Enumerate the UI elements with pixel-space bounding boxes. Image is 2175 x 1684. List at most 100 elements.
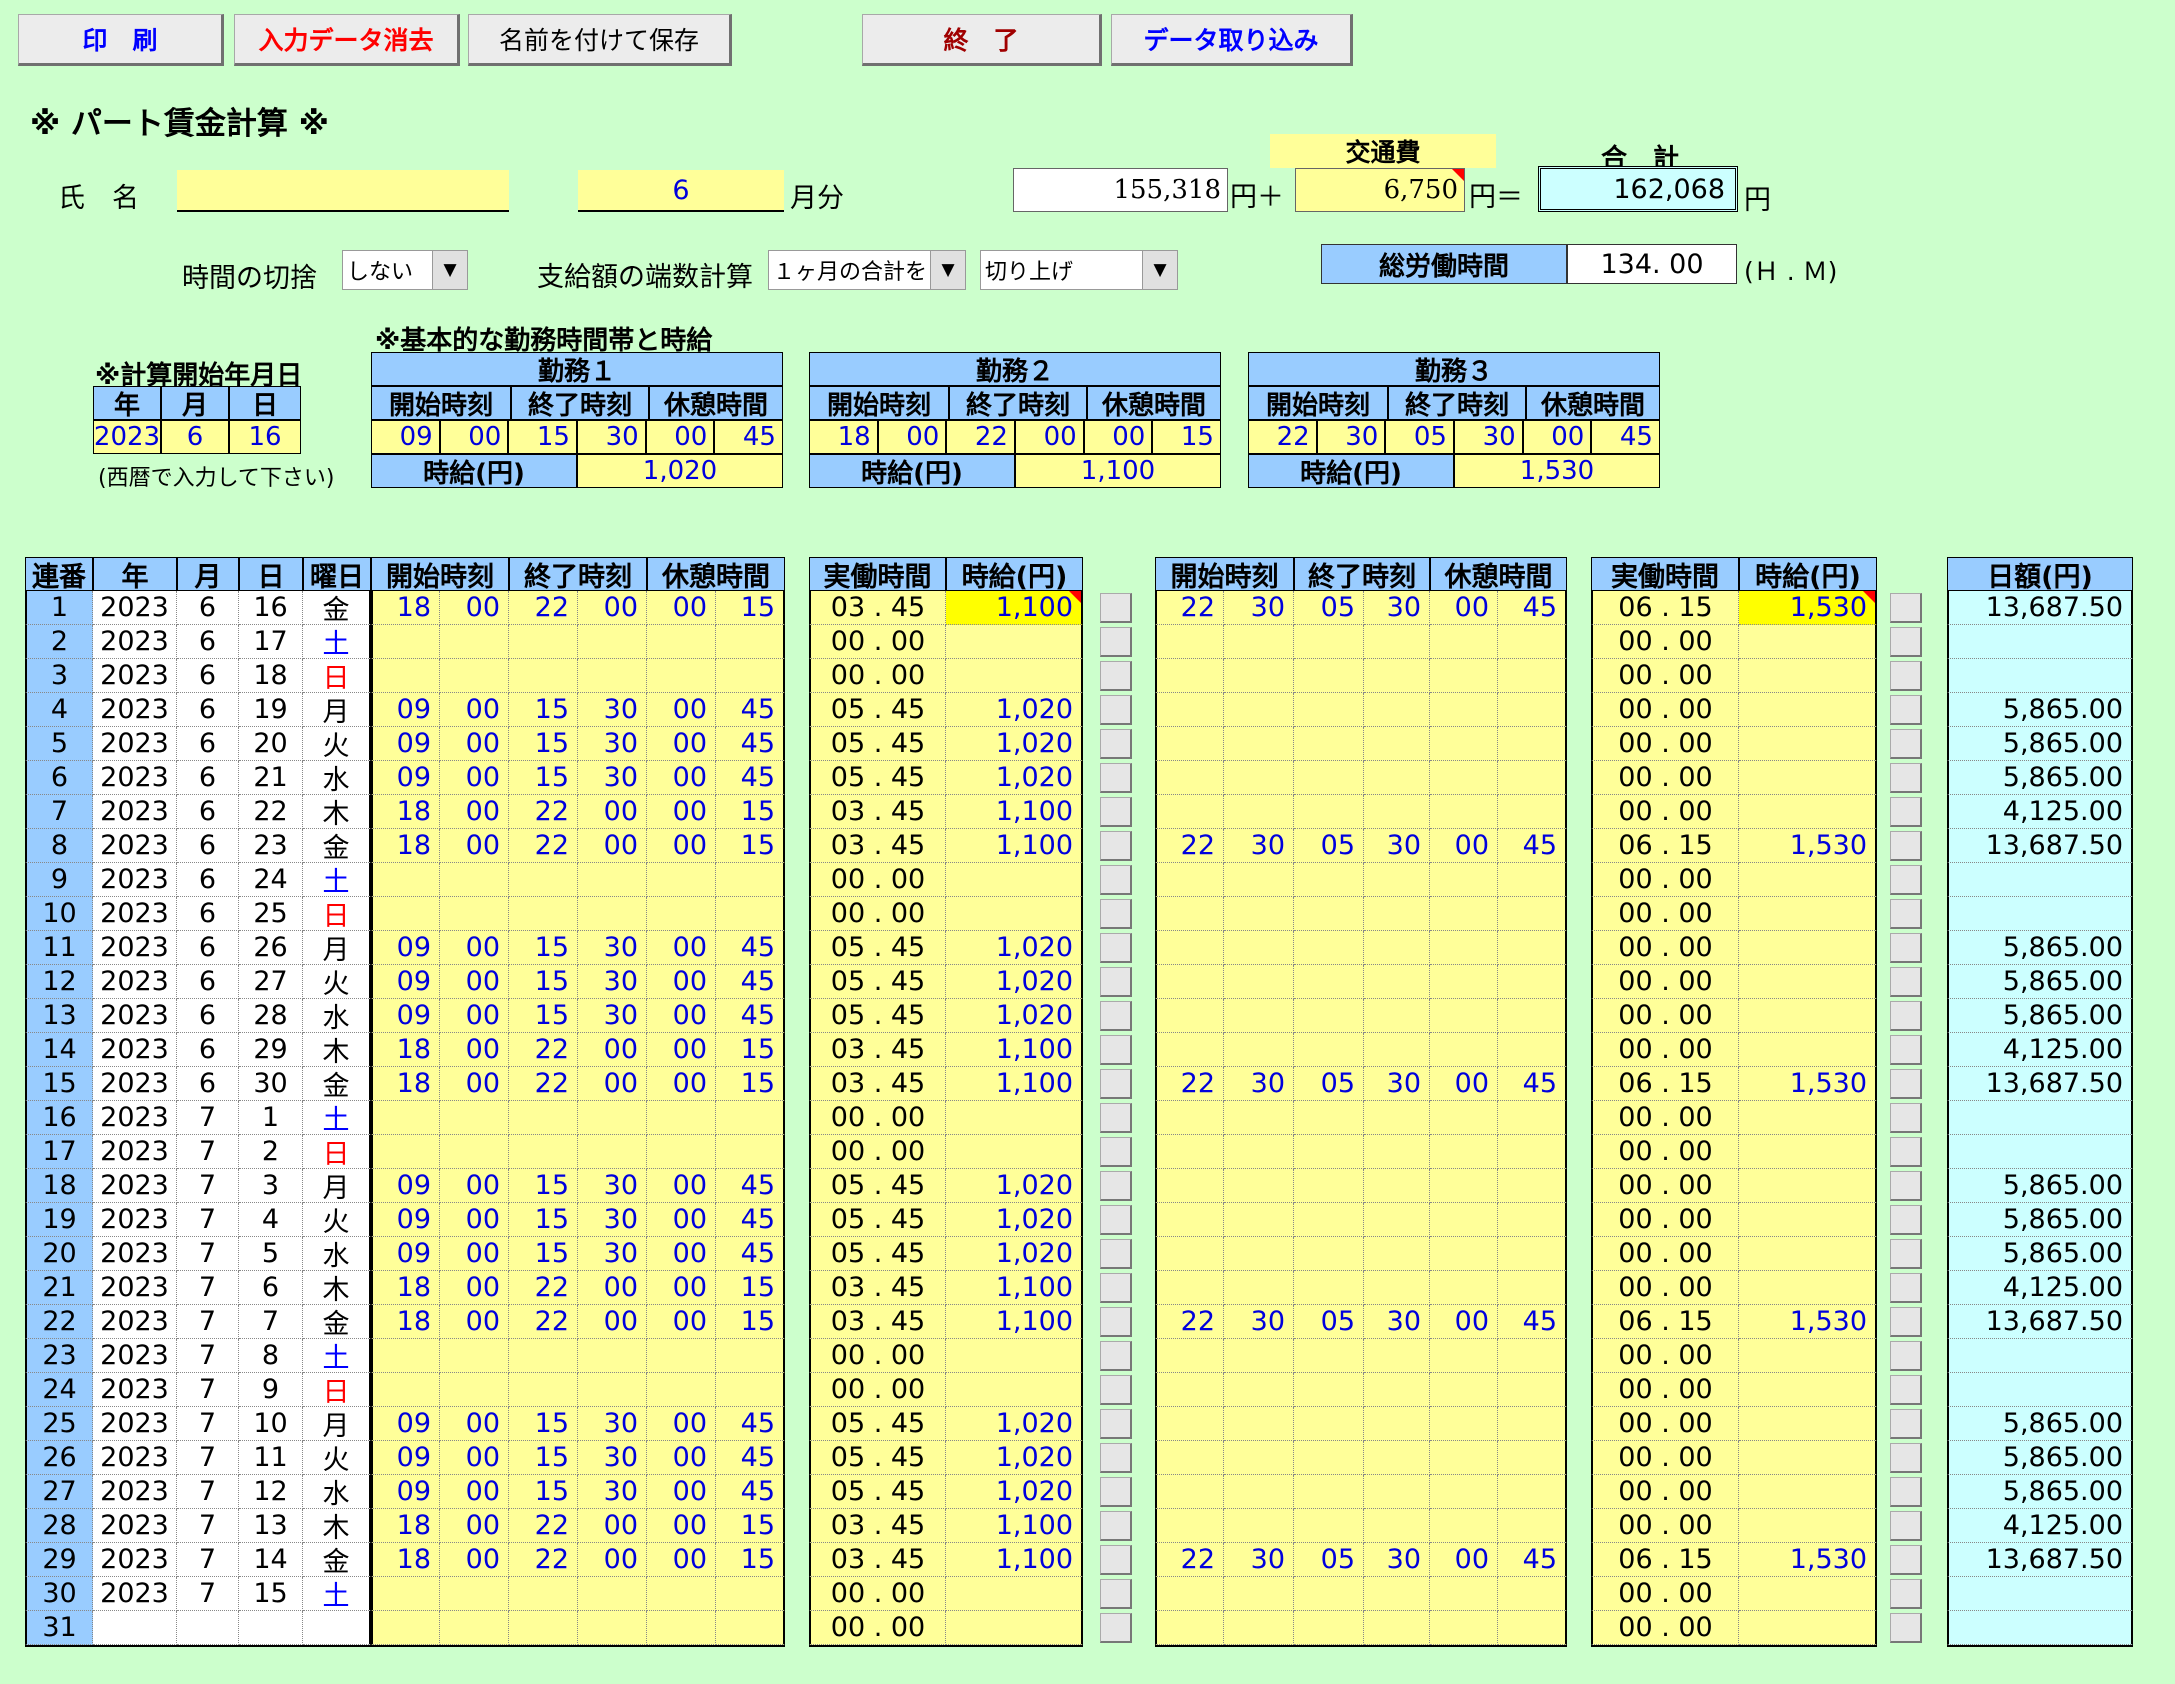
shift-wage-input[interactable]: 1,530 xyxy=(1454,454,1660,488)
table-cell[interactable]: 1,100 xyxy=(946,829,1083,863)
row-button[interactable] xyxy=(1100,967,1132,997)
table-cell[interactable] xyxy=(1294,1271,1364,1305)
table-cell[interactable] xyxy=(1364,1135,1430,1169)
table-cell[interactable] xyxy=(1155,1237,1224,1271)
row-button[interactable] xyxy=(1100,695,1132,725)
table-cell[interactable]: 15 xyxy=(716,829,785,863)
table-cell[interactable] xyxy=(1430,1271,1498,1305)
table-cell[interactable]: 15 xyxy=(509,931,578,965)
table-cell[interactable]: 1,020 xyxy=(946,693,1083,727)
row-button[interactable] xyxy=(1890,1239,1922,1269)
table-cell[interactable]: 45 xyxy=(716,1441,785,1475)
table-cell[interactable]: 45 xyxy=(1498,829,1567,863)
table-cell[interactable]: 30 xyxy=(1224,1067,1294,1101)
table-cell[interactable]: 30 xyxy=(578,1203,647,1237)
table-cell[interactable] xyxy=(1155,1611,1224,1645)
table-cell[interactable] xyxy=(1155,1407,1224,1441)
table-cell[interactable]: 09 xyxy=(371,693,440,727)
table-cell[interactable]: 1,530 xyxy=(1739,1067,1877,1101)
table-cell[interactable]: 00 xyxy=(1430,1543,1498,1577)
table-cell[interactable] xyxy=(1294,999,1364,1033)
row-button[interactable] xyxy=(1100,1341,1132,1371)
table-cell[interactable] xyxy=(1224,659,1294,693)
table-cell[interactable] xyxy=(1498,1271,1567,1305)
table-cell[interactable] xyxy=(1498,1577,1567,1611)
row-button[interactable] xyxy=(1890,1307,1922,1337)
table-cell[interactable] xyxy=(1364,1577,1430,1611)
row-button[interactable] xyxy=(1100,1477,1132,1507)
table-cell[interactable]: 09 xyxy=(371,727,440,761)
table-cell[interactable] xyxy=(1224,1101,1294,1135)
table-cell[interactable]: 15 xyxy=(716,1543,785,1577)
table-cell[interactable]: 22 xyxy=(509,829,578,863)
table-cell[interactable] xyxy=(440,625,509,659)
table-cell[interactable] xyxy=(509,625,578,659)
table-cell[interactable] xyxy=(1364,761,1430,795)
table-cell[interactable]: 00 xyxy=(440,1305,509,1339)
pay-rounding-select[interactable]: 切り上げ ▼ xyxy=(980,250,1178,290)
pay-rounding-mode-select[interactable]: １ヶ月の合計を ▼ xyxy=(768,250,966,290)
row-button[interactable] xyxy=(1890,627,1922,657)
table-cell[interactable] xyxy=(647,1611,716,1645)
table-cell[interactable] xyxy=(716,1373,785,1407)
row-button[interactable] xyxy=(1890,1579,1922,1609)
row-button[interactable] xyxy=(1890,1375,1922,1405)
table-cell[interactable]: 00 xyxy=(440,761,509,795)
table-cell[interactable]: 22 xyxy=(1155,1305,1224,1339)
shift-time-input[interactable]: 18 xyxy=(809,420,878,454)
row-button[interactable] xyxy=(1100,1307,1132,1337)
table-cell[interactable] xyxy=(1739,659,1877,693)
table-cell[interactable] xyxy=(1224,1373,1294,1407)
table-cell[interactable] xyxy=(647,1577,716,1611)
table-cell[interactable] xyxy=(946,1577,1083,1611)
table-cell[interactable] xyxy=(509,1611,578,1645)
table-cell[interactable]: 18 xyxy=(371,1305,440,1339)
shift-time-input[interactable]: 15 xyxy=(508,420,577,454)
table-cell[interactable]: 00 xyxy=(440,1169,509,1203)
table-cell[interactable]: 45 xyxy=(716,931,785,965)
table-cell[interactable] xyxy=(578,863,647,897)
table-cell[interactable] xyxy=(1430,1611,1498,1645)
table-cell[interactable]: 15 xyxy=(509,1441,578,1475)
table-cell[interactable]: 09 xyxy=(371,999,440,1033)
table-cell[interactable] xyxy=(1364,999,1430,1033)
table-cell[interactable] xyxy=(716,863,785,897)
table-cell[interactable] xyxy=(1155,1475,1224,1509)
shift-time-input[interactable]: 15 xyxy=(1152,420,1221,454)
table-cell[interactable]: 05 xyxy=(1294,1067,1364,1101)
table-cell[interactable]: 00 xyxy=(647,1543,716,1577)
table-cell[interactable]: 1,100 xyxy=(946,1305,1083,1339)
table-cell[interactable] xyxy=(1364,1339,1430,1373)
exit-button[interactable]: 終 了 xyxy=(862,14,1102,66)
table-cell[interactable] xyxy=(716,897,785,931)
table-cell[interactable] xyxy=(1739,1475,1877,1509)
table-cell[interactable] xyxy=(1739,965,1877,999)
shift-time-input[interactable]: 05 xyxy=(1385,420,1454,454)
table-cell[interactable]: 00 xyxy=(647,795,716,829)
row-button[interactable] xyxy=(1100,1137,1132,1167)
table-cell[interactable]: 1,100 xyxy=(946,591,1083,625)
table-cell[interactable] xyxy=(440,659,509,693)
table-cell[interactable]: 30 xyxy=(1364,1305,1430,1339)
table-cell[interactable]: 18 xyxy=(371,591,440,625)
table-cell[interactable] xyxy=(1294,1101,1364,1135)
table-cell[interactable]: 45 xyxy=(716,999,785,1033)
table-cell[interactable]: 09 xyxy=(371,1237,440,1271)
row-button[interactable] xyxy=(1890,1545,1922,1575)
table-cell[interactable]: 00 xyxy=(647,1237,716,1271)
table-cell[interactable] xyxy=(509,863,578,897)
table-cell[interactable] xyxy=(1498,693,1567,727)
table-cell[interactable] xyxy=(1155,1169,1224,1203)
table-cell[interactable]: 00 xyxy=(578,1509,647,1543)
table-cell[interactable] xyxy=(1155,795,1224,829)
table-cell[interactable] xyxy=(371,625,440,659)
import-data-button[interactable]: データ取り込み xyxy=(1111,14,1353,66)
table-cell[interactable] xyxy=(1224,1407,1294,1441)
shift-time-input[interactable]: 00 xyxy=(1522,420,1592,454)
table-cell[interactable] xyxy=(1739,863,1877,897)
start-date-value[interactable]: 2023 xyxy=(93,420,161,454)
table-cell[interactable] xyxy=(1430,1373,1498,1407)
table-cell[interactable]: 00 xyxy=(440,1237,509,1271)
table-cell[interactable] xyxy=(1498,1101,1567,1135)
table-cell[interactable] xyxy=(1294,863,1364,897)
